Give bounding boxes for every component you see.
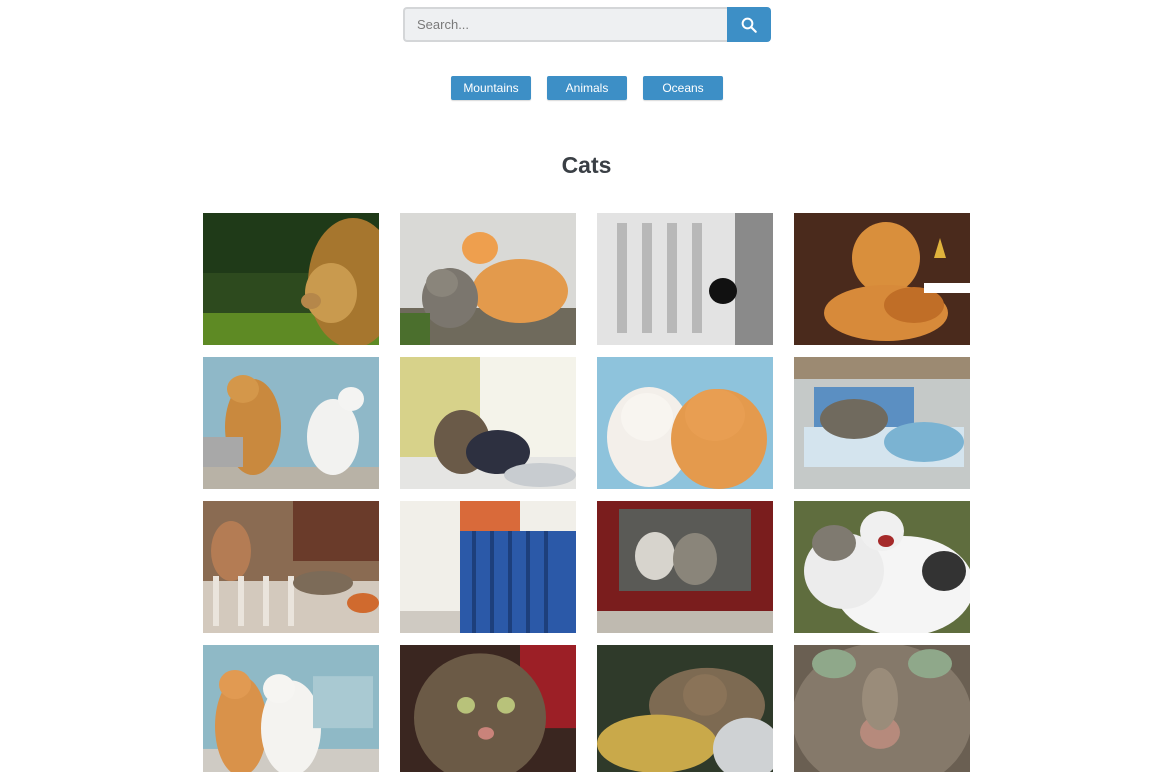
gallery-image-cat-pair-hug[interactable] (597, 357, 773, 489)
gallery-image-kittens[interactable] (400, 213, 576, 345)
gallery-image-laughing-cats[interactable] (794, 501, 970, 633)
gallery-image-blue-gate[interactable] (400, 501, 576, 633)
image-gallery (203, 213, 970, 772)
category-mountains-button[interactable]: Mountains (451, 76, 531, 100)
gallery-image-lion[interactable] (203, 213, 379, 345)
gallery-image-orange-white-cats[interactable] (203, 645, 379, 772)
gallery-image-tabby-sunlight[interactable] (400, 357, 576, 489)
gallery-image-black-cat-wall[interactable] (597, 213, 773, 345)
gallery-image-cats-window[interactable] (597, 501, 773, 633)
gallery-image-man-cats-fence[interactable] (203, 501, 379, 633)
search-button[interactable] (727, 7, 771, 42)
search-icon (741, 17, 757, 33)
search-input[interactable] (403, 7, 727, 42)
category-animals-button[interactable]: Animals (547, 76, 627, 100)
search-bar (403, 7, 771, 42)
gallery-image-two-cats-kitchen[interactable] (203, 357, 379, 489)
gallery-image-tabby-closeup[interactable] (400, 645, 576, 772)
gallery-image-grumpy-cat-chicken[interactable] (794, 213, 970, 345)
gallery-image-cat-pillow[interactable] (597, 645, 773, 772)
gallery-title: Cats (561, 152, 612, 178)
gallery-image-cat-chair[interactable] (794, 357, 970, 489)
category-buttons: Mountains Animals Oceans (451, 76, 723, 100)
category-oceans-button[interactable]: Oceans (643, 76, 723, 100)
gallery-image-cat-face-closeup[interactable] (794, 645, 970, 772)
